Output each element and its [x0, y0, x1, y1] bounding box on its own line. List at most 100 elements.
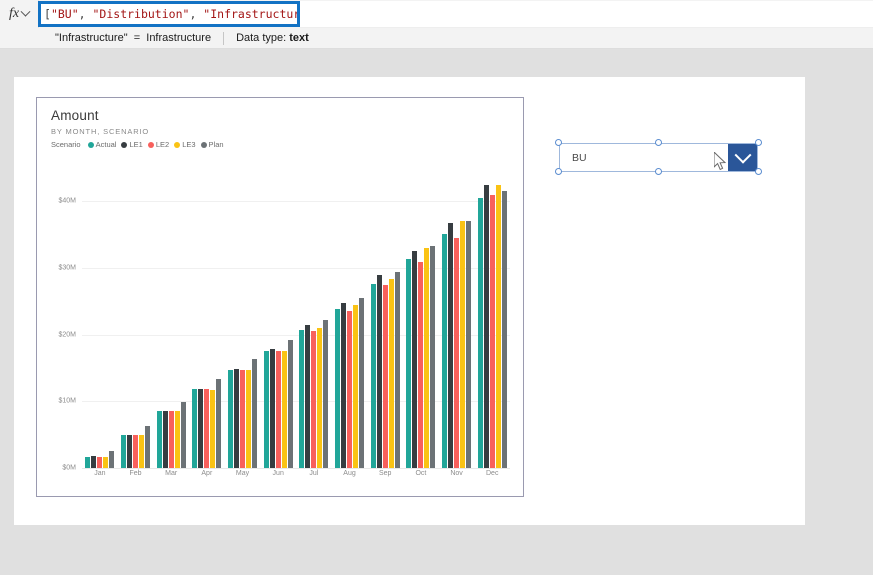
bar[interactable]	[335, 308, 341, 468]
bar[interactable]	[192, 389, 198, 468]
legend-item-le3[interactable]: LE3	[174, 140, 196, 149]
bar[interactable]	[168, 410, 174, 468]
data-type-value: text	[289, 32, 309, 44]
bar[interactable]	[240, 370, 246, 468]
slicer-dropdown-button[interactable]	[728, 144, 757, 171]
resize-handle-top-right[interactable]	[755, 139, 762, 146]
bar[interactable]	[133, 434, 138, 468]
formula-token: "Infrastructure"	[203, 7, 300, 21]
bar[interactable]	[210, 390, 216, 468]
bar[interactable]	[305, 325, 311, 468]
bar[interactable]	[376, 274, 382, 468]
bar[interactable]	[281, 350, 287, 468]
bar[interactable]	[121, 434, 126, 468]
bar-group	[153, 168, 189, 468]
bar[interactable]	[216, 379, 222, 468]
bar[interactable]	[263, 350, 269, 468]
bar[interactable]	[109, 450, 115, 468]
x-axis-tick-label: Aug	[343, 470, 356, 477]
bar[interactable]	[97, 456, 103, 468]
bar[interactable]	[388, 278, 394, 468]
legend-item-label: Plan	[208, 140, 224, 149]
bar[interactable]	[495, 184, 501, 468]
legend-item-label: LE1	[129, 140, 143, 149]
bar[interactable]	[418, 262, 424, 468]
bar[interactable]	[412, 251, 418, 468]
bar[interactable]	[228, 370, 234, 468]
bar[interactable]	[317, 328, 323, 468]
bar[interactable]	[489, 194, 495, 468]
bar[interactable]	[382, 284, 388, 468]
bar[interactable]	[246, 370, 252, 468]
resize-handle-bottom-left[interactable]	[555, 168, 562, 175]
bar[interactable]	[269, 348, 275, 468]
column-chart-visual[interactable]: Amount BY MONTH, SCENARIO Scenario Actua…	[36, 97, 524, 497]
bar[interactable]	[483, 185, 489, 468]
formula-input[interactable]: ["BU", "Distribution", "Infrastructure"]	[38, 1, 300, 27]
bar[interactable]	[442, 234, 448, 468]
bar[interactable]	[127, 434, 132, 468]
bar[interactable]	[424, 248, 430, 468]
bar[interactable]	[353, 305, 359, 468]
bar[interactable]	[139, 434, 144, 468]
bar[interactable]	[323, 320, 329, 468]
bar[interactable]	[477, 198, 483, 468]
y-axis-tick-label: $40M	[58, 197, 76, 205]
fx-button[interactable]: fx	[0, 0, 39, 28]
bar[interactable]	[448, 222, 454, 468]
resize-handle-top-center[interactable]	[655, 139, 662, 146]
bar[interactable]	[204, 389, 210, 468]
bar[interactable]	[275, 350, 281, 468]
legend-swatch-icon	[121, 141, 128, 148]
legend-swatch-icon	[174, 141, 181, 148]
bar[interactable]	[145, 426, 150, 468]
bar[interactable]	[311, 331, 317, 468]
bar[interactable]	[347, 310, 353, 468]
formula-token: ,	[78, 7, 93, 21]
resize-handle-bottom-center[interactable]	[655, 168, 662, 175]
bar[interactable]	[85, 456, 91, 468]
bar[interactable]	[394, 272, 400, 468]
bar[interactable]	[174, 410, 180, 468]
bar[interactable]	[198, 388, 204, 468]
bar[interactable]	[466, 220, 472, 468]
legend-item-le1[interactable]: LE1	[121, 140, 143, 149]
legend-item-plan[interactable]: Plan	[200, 140, 224, 149]
x-axis-tick-label: Sep	[378, 470, 392, 477]
bar-group	[189, 168, 225, 468]
bar[interactable]	[156, 410, 162, 468]
bar[interactable]	[359, 298, 365, 468]
x-axis-tick-label: Feb	[129, 470, 142, 477]
bu-slicer[interactable]: BU	[555, 139, 762, 175]
resize-handle-top-left[interactable]	[555, 139, 562, 146]
bar-group	[296, 168, 332, 468]
legend-swatch-icon	[87, 141, 94, 148]
bar[interactable]	[234, 368, 240, 468]
bar[interactable]	[406, 259, 412, 468]
bar[interactable]	[103, 456, 109, 468]
x-axis-tick-label: Oct	[415, 470, 427, 477]
legend-item-le2[interactable]: LE2	[147, 140, 169, 149]
bar[interactable]	[252, 359, 258, 468]
bar[interactable]	[299, 330, 305, 468]
bar[interactable]	[91, 456, 97, 468]
x-axis-tick-label: Jun	[272, 470, 284, 477]
expression-preview: "Infrastructure" = Infrastructure	[55, 32, 212, 44]
bar[interactable]	[162, 410, 168, 468]
report-canvas[interactable]: Amount BY MONTH, SCENARIO Scenario Actua…	[14, 77, 805, 525]
formula-token: "BU"	[50, 7, 79, 21]
formula-bar-empty-area[interactable]	[300, 1, 873, 28]
bar[interactable]	[370, 284, 376, 468]
bar[interactable]	[287, 340, 293, 468]
bar[interactable]	[180, 402, 186, 468]
chevron-down-icon[interactable]	[20, 6, 31, 17]
bar[interactable]	[430, 246, 436, 468]
chart-title: Amount	[51, 108, 99, 123]
bar[interactable]	[501, 191, 507, 468]
bar[interactable]	[460, 220, 466, 468]
bar[interactable]	[341, 302, 347, 468]
bar[interactable]	[454, 238, 460, 468]
resize-handle-bottom-right[interactable]	[755, 168, 762, 175]
bar-group	[332, 168, 368, 468]
legend-item-actual[interactable]: Actual	[87, 140, 116, 149]
